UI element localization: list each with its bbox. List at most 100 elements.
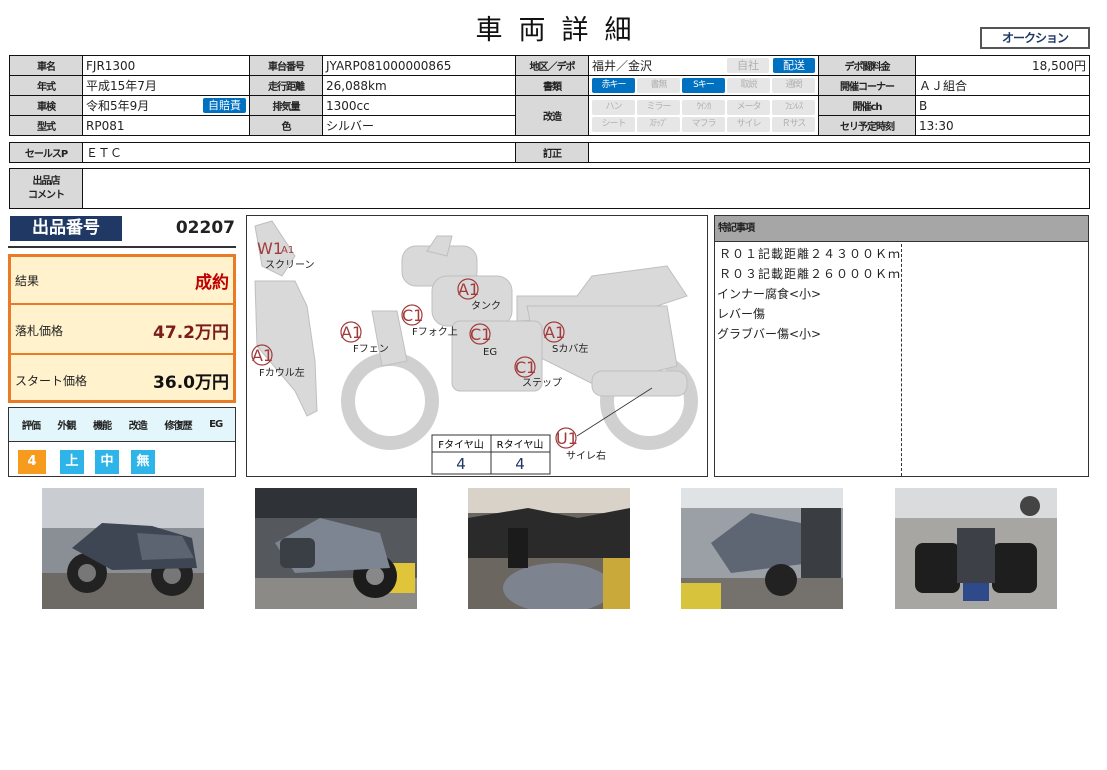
year-value: 平成15年7月 — [82, 75, 250, 96]
mod-badge: サイレ — [727, 116, 770, 132]
hammer-value: 47.2万円 — [153, 323, 229, 343]
label-sales-point: セールスP — [9, 142, 83, 163]
label-fender: Fフェン — [353, 344, 389, 355]
auction-button[interactable]: オークション — [980, 27, 1090, 49]
model-value: FJR1300 — [82, 55, 250, 76]
note-line: Ｒ０３記載距離２６０００Ｋｍ — [719, 267, 902, 281]
doc-badge: Sキー — [682, 78, 725, 93]
photo-4[interactable] — [681, 488, 843, 609]
sales-point-table: セールスP ＥＴＣ 訂正 — [9, 142, 1090, 163]
notes-panel: 特記事項 Ｒ０１記載距離２４３００Ｋｍ Ｒ０３記載距離２６０００Ｋｍ インナー腐… — [714, 215, 1089, 477]
marker-engine: C1 — [470, 325, 491, 344]
label-step: ステップ — [522, 377, 562, 389]
evaluation-box: 評価 外観 機能 改造 修復歴 EG 4 上 中 無 — [8, 407, 236, 477]
label-depo-fee: デポ闘料金 — [818, 55, 916, 76]
eval-header-repair: 修復歴 — [164, 421, 192, 432]
correction-value — [588, 142, 1090, 163]
region-value: 福井／金沢 — [592, 59, 653, 73]
label-engine: EG — [483, 347, 497, 358]
marker-side-cover: A1 — [544, 323, 565, 342]
color-value: シルバー — [322, 115, 516, 136]
region-cell: 福井／金沢 自社 配送 — [588, 55, 819, 76]
frame-value: JYARP081000000865 — [322, 55, 516, 76]
label-displacement: 排気量 — [249, 95, 323, 116]
mod-badge: ｳｲﾝｶ — [682, 99, 725, 115]
label-modified: 改造 — [515, 95, 589, 136]
channel-value: B — [915, 95, 1090, 116]
region-badges: 自社 配送 — [723, 58, 815, 73]
doc-badges: 赤キー 書無 Sキー 取説 通関 — [592, 77, 815, 94]
mod-badge: ミラー — [637, 99, 680, 115]
mod-badge: ｽﾃｯﾌﾟ — [637, 116, 680, 132]
mod-badge: シート — [592, 116, 635, 132]
eval-header-appearance: 外観 — [57, 421, 76, 432]
sales-point-value: ＥＴＣ — [82, 142, 516, 163]
eval-header-modification: 改造 — [128, 421, 148, 432]
photo-2[interactable] — [255, 488, 417, 609]
marker-fork: C1 — [402, 306, 423, 325]
hammer-label: 落札価格 — [15, 324, 64, 338]
label-year: 年式 — [9, 75, 83, 96]
hammer-row: 落札価格 47.2万円 — [11, 307, 233, 355]
label-tank: タンク — [471, 300, 501, 312]
region-badge: 自社 — [727, 58, 769, 73]
lot-divider — [8, 246, 236, 248]
label-color: 色 — [249, 115, 323, 136]
eval-appearance-badge: 上 — [60, 450, 84, 474]
photo-1[interactable] — [42, 488, 204, 609]
doc-badge: 取説 — [727, 78, 770, 93]
mod-badge: マフラ — [682, 116, 725, 132]
label-type: 型式 — [9, 115, 83, 136]
eval-overall-badge: 4 — [18, 450, 46, 474]
inspection-value: 令和5年9月 — [86, 99, 150, 113]
mileage-value: 26,088km — [322, 75, 516, 96]
eval-modification-badge: 無 — [131, 450, 155, 474]
displacement-value: 1300cc — [322, 95, 516, 116]
label-mileage: 走行距離 — [249, 75, 323, 96]
start-value: 36.0万円 — [153, 373, 229, 393]
marker-w1-sub: A1 — [281, 245, 294, 256]
marker-muffler: U1 — [556, 429, 578, 448]
label-inspection: 車検 — [9, 95, 83, 116]
comment-table: 出品店 コメント — [9, 168, 1090, 209]
marker-fender: A1 — [341, 323, 362, 342]
spec-table: 車名 FJR1300 車台番号 JYARP081000000865 地区／デポ … — [9, 55, 1090, 136]
mod-badge: Ｒサス — [772, 116, 815, 132]
label-correction: 訂正 — [515, 142, 589, 163]
result-row: 結果 成約 — [11, 257, 233, 305]
note-line: インナー腐食<小> — [717, 287, 822, 301]
lot-number: 02207 — [175, 218, 235, 238]
rear-tire-label: Rタイヤ山 — [497, 439, 544, 451]
notes-header: 特記事項 — [715, 216, 1088, 242]
mod-badge: メータ — [727, 99, 770, 115]
doc-badge: 通関 — [772, 78, 815, 93]
mod-badges: ハン ミラー ｳｲﾝｶ メータ ﾌｪﾝﾚｽ シート ｽﾃｯﾌﾟ マフラ サイレ Ｒサス — [592, 99, 815, 133]
label-model: 車名 — [9, 55, 83, 76]
eval-header-function: 機能 — [93, 421, 112, 432]
insurance-badge: 自賠責 — [203, 98, 246, 113]
photo-3[interactable] — [468, 488, 630, 609]
start-label: スタート価格 — [15, 374, 88, 388]
depo-fee-value: 18,500円 — [915, 55, 1090, 76]
note-line: グラブバー傷<小> — [717, 327, 822, 341]
label-fork: Fフォク上 — [412, 326, 458, 338]
mods-cell: ハン ミラー ｳｲﾝｶ メータ ﾌｪﾝﾚｽ シート ｽﾃｯﾌﾟ マフラ サイレ Ｒサス — [588, 95, 819, 136]
label-docs: 書類 — [515, 75, 589, 96]
notes-divider — [901, 244, 902, 476]
label-cowl: Fカウル左 — [259, 366, 305, 379]
label-comment: 出品店 コメント — [9, 168, 83, 209]
marker-w1: W1 — [257, 239, 283, 258]
evaluation-header: 評価 外観 機能 改造 修復歴 EG — [9, 408, 235, 442]
corner-value: ＡＪ組合 — [915, 75, 1090, 96]
time-value: 13:30 — [915, 115, 1090, 136]
label-frame: 車台番号 — [249, 55, 323, 76]
mod-badge: ハン — [592, 99, 635, 115]
front-tire-value: 4 — [456, 455, 466, 473]
motorcycle-diagram: W1 A1 スクリーン A1 タンク C1 Fフォク上 A1 Fフェン C1 E… — [251, 220, 698, 475]
comment-value — [82, 168, 1090, 209]
photo-5[interactable] — [895, 488, 1057, 609]
marker-step: C1 — [515, 358, 536, 377]
doc-badge: 赤キー — [592, 78, 635, 93]
mod-badge: ﾌｪﾝﾚｽ — [772, 99, 815, 115]
marker-cowl: A1 — [252, 346, 273, 365]
